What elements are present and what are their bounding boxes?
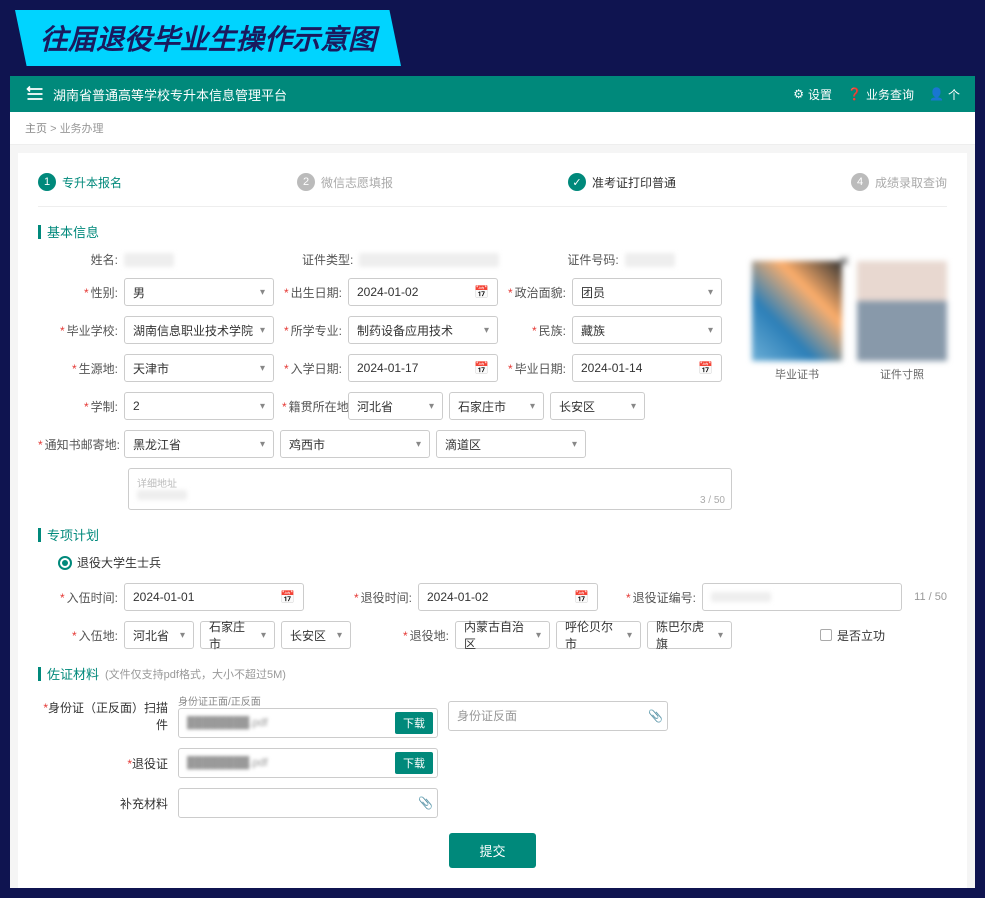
mail-district[interactable]: 滴道区 (436, 430, 586, 458)
value-idno (625, 253, 675, 267)
question-icon: ❓ (847, 87, 862, 101)
submit-button[interactable]: 提交 (449, 833, 535, 868)
settings-button[interactable]: ⚙ 设置 (793, 86, 832, 103)
step-4[interactable]: 4成绩录取查询 (851, 173, 947, 191)
step-1[interactable]: 1专升本报名 (38, 173, 122, 191)
mail-province[interactable]: 黑龙江省 (124, 430, 274, 458)
label-name: 姓名: (38, 251, 118, 268)
label-idtype: 证件类型: (302, 251, 353, 268)
calendar-icon: 📅 (474, 361, 489, 375)
page-banner: 往届退役毕业生操作示意图 (15, 10, 401, 66)
grad-cert-photo[interactable]: ✕ (752, 261, 842, 361)
section-special-title: 专项计划 (38, 525, 947, 544)
value-idtype (359, 253, 499, 267)
merit-checkbox[interactable]: 是否立功 (820, 627, 885, 644)
gear-icon: ⚙ (793, 87, 804, 101)
enroll-date[interactable]: 2024-01-17📅 (348, 354, 498, 382)
ethnic-select[interactable]: 藏族 (572, 316, 722, 344)
retire-city[interactable]: 呼伦贝尔市 (556, 621, 641, 649)
calendar-icon: 📅 (574, 590, 589, 604)
grad-date[interactable]: 2024-01-14📅 (572, 354, 722, 382)
section-materials-title: 佐证材料 (文件仅支持pdf格式，大小不超过5M) (38, 664, 947, 683)
breadcrumb: 主页 > 业务办理 (10, 112, 975, 145)
section-basic-title: 基本信息 (38, 222, 947, 241)
edusystem-select[interactable]: 2 (124, 392, 274, 420)
id-back-upload[interactable]: 身份证反面📎 (448, 701, 668, 731)
calendar-icon: 📅 (474, 285, 489, 299)
app-title: 湖南省普通高等学校专升本信息管理平台 (53, 85, 287, 104)
download-button[interactable]: 下载 (395, 752, 433, 774)
native-city[interactable]: 石家庄市 (449, 392, 544, 420)
enlist-province[interactable]: 河北省 (124, 621, 194, 649)
id-front-upload[interactable]: ████████.pdf下载 (178, 708, 438, 738)
calendar-icon: 📅 (698, 361, 713, 375)
breadcrumb-current: 业务办理 (60, 123, 104, 135)
enlist-city[interactable]: 石家庄市 (200, 621, 275, 649)
app-logo: 湖南省普通高等学校专升本信息管理平台 (25, 84, 287, 104)
major-select[interactable]: 制药设备应用技术 (348, 316, 498, 344)
retire-district[interactable]: 陈巴尔虎旗 (647, 621, 732, 649)
user-menu[interactable]: 👤 个 (929, 86, 960, 103)
label-idno: 证件号码: (567, 251, 618, 268)
school-select[interactable]: 湖南信息职业技术学院 (124, 316, 274, 344)
retire-no-input[interactable] (702, 583, 902, 611)
close-icon[interactable]: ✕ (838, 253, 850, 270)
native-province[interactable]: 河北省 (348, 392, 443, 420)
step-3[interactable]: ✓准考证打印普通 (568, 173, 676, 191)
native-district[interactable]: 长安区 (550, 392, 645, 420)
download-button[interactable]: 下载 (395, 712, 433, 734)
addr-counter: 3 / 50 (700, 495, 725, 506)
enlist-district[interactable]: 长安区 (281, 621, 351, 649)
retire-no-counter: 11 / 50 (914, 591, 947, 603)
id-photo[interactable] (857, 261, 947, 361)
retire-province[interactable]: 内蒙古自治区 (455, 621, 550, 649)
step-indicator: 1专升本报名 2微信志愿填报 ✓准考证打印普通 4成绩录取查询 (38, 163, 947, 207)
user-icon: 👤 (929, 87, 944, 101)
detail-address-input[interactable]: 详细地址 3 / 50 (128, 468, 732, 510)
veteran-radio[interactable]: 退役大学生士兵 (58, 554, 161, 571)
birth-date[interactable]: 2024-01-02📅 (348, 278, 498, 306)
origin-select[interactable]: 天津市 (124, 354, 274, 382)
calendar-icon: 📅 (280, 590, 295, 604)
value-name (124, 253, 174, 267)
extra-upload[interactable]: 📎 (178, 788, 438, 818)
gender-select[interactable]: 男 (124, 278, 274, 306)
political-select[interactable]: 团员 (572, 278, 722, 306)
paperclip-icon: 📎 (418, 796, 433, 810)
paperclip-icon: 📎 (648, 709, 663, 723)
step-2[interactable]: 2微信志愿填报 (297, 173, 393, 191)
retire-date[interactable]: 2024-01-02📅 (418, 583, 598, 611)
help-button[interactable]: ❓ 业务查询 (847, 86, 914, 103)
mail-city[interactable]: 鸡西市 (280, 430, 430, 458)
breadcrumb-home[interactable]: 主页 (25, 123, 47, 135)
enlist-date[interactable]: 2024-01-01📅 (124, 583, 304, 611)
topbar: 湖南省普通高等学校专升本信息管理平台 ⚙ 设置 ❓ 业务查询 👤 个 (10, 76, 975, 112)
retire-cert-upload[interactable]: ████████.pdf下载 (178, 748, 438, 778)
